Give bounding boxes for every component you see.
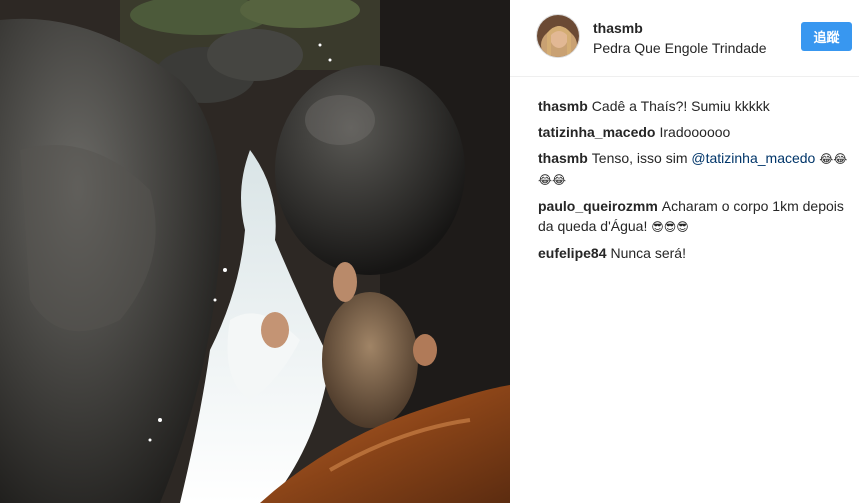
- comment-username[interactable]: eufelipe84: [538, 245, 606, 261]
- comment-mention-link[interactable]: @tatizinha_macedo: [691, 150, 815, 166]
- comment: tatizinha_macedo Iradoooooo: [538, 122, 848, 142]
- waterfall-photo: [0, 0, 510, 503]
- post-location[interactable]: Pedra Que Engole Trindade: [593, 40, 767, 56]
- comment: eufelipe84 Nunca será!: [538, 243, 848, 263]
- comment-username[interactable]: paulo_queirozmm: [538, 198, 658, 214]
- comment-username[interactable]: tatizinha_macedo: [538, 124, 655, 140]
- comment-list: thasmb Cadê a Thaís?! Sumiu kkkkk tatizin…: [538, 96, 848, 269]
- comment-text: Iradoooooo: [659, 124, 731, 140]
- follow-button[interactable]: 追蹤: [801, 22, 852, 51]
- comment: thasmb Cadê a Thaís?! Sumiu kkkkk: [538, 96, 848, 116]
- comment-username[interactable]: thasmb: [538, 98, 588, 114]
- post-header: thasmb Pedra Que Engole Trindade 追蹤: [510, 0, 859, 77]
- instagram-post: thasmb Pedra Que Engole Trindade 追蹤 thas…: [0, 0, 859, 503]
- sunglasses-emoji-icon: 😎😎😎: [651, 220, 689, 234]
- comment-text: Tenso, isso sim: [591, 150, 688, 166]
- comment-text: Cadê a Thaís?! Sumiu kkkkk: [591, 98, 770, 114]
- comment-username[interactable]: thasmb: [538, 150, 588, 166]
- comment: paulo_queirozmm Acharam o corpo 1km depoi…: [538, 196, 848, 237]
- post-sidebar: thasmb Pedra Que Engole Trindade 追蹤 thas…: [510, 0, 859, 503]
- avatar[interactable]: [536, 14, 580, 58]
- profile-photo-icon: [537, 15, 579, 57]
- comment-text: Nunca será!: [610, 245, 686, 261]
- post-username[interactable]: thasmb: [593, 20, 643, 36]
- comment: thasmb Tenso, isso sim @tatizinha_macedo …: [538, 148, 848, 190]
- post-media[interactable]: [0, 0, 510, 503]
